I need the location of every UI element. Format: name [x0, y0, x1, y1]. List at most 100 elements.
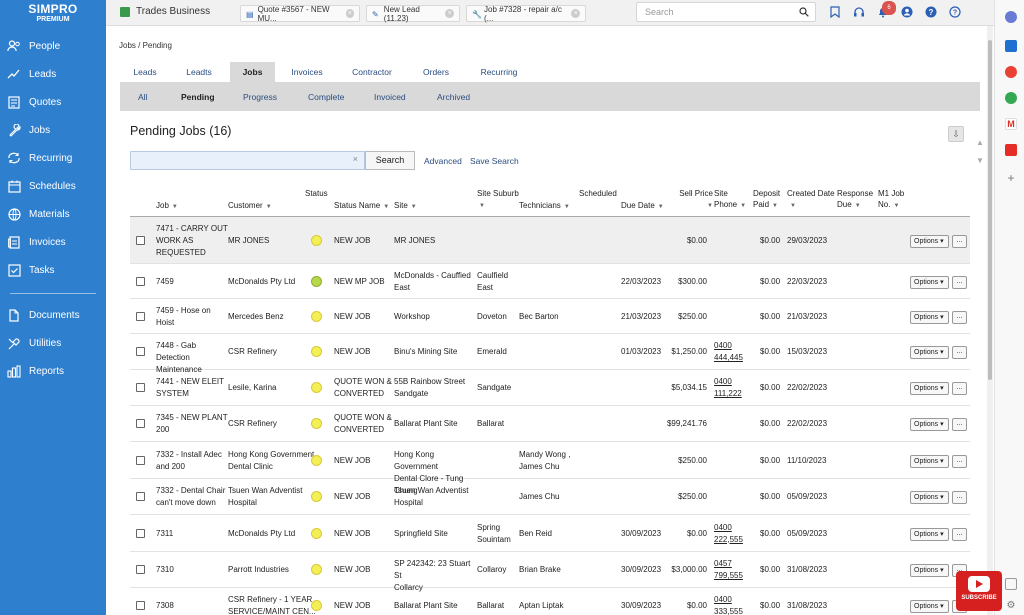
- options-button[interactable]: Options ▾: [910, 599, 949, 613]
- row-checkbox[interactable]: [136, 311, 145, 321]
- row-checkbox[interactable]: [136, 235, 145, 245]
- row-checkbox[interactable]: [136, 492, 145, 501]
- save-search-link[interactable]: Save Search: [470, 156, 519, 166]
- close-icon[interactable]: ×: [571, 9, 580, 18]
- more-button[interactable]: ...: [952, 346, 967, 359]
- subscribe-badge[interactable]: SUBSCRIBE: [956, 571, 1002, 611]
- row-checkbox[interactable]: [136, 455, 145, 465]
- site-phone-cell[interactable]: [714, 311, 750, 323]
- notifications-icon[interactable]: 6: [876, 1, 896, 19]
- col-sell-price[interactable]: Sell Price ▼: [673, 188, 713, 212]
- table-row[interactable]: 7471 - CARRY OUT WORK AS REQUESTED MR JONES…: [130, 217, 970, 264]
- site-phone-cell[interactable]: [714, 276, 750, 288]
- subtab-progress[interactable]: Progress: [243, 92, 277, 102]
- more-button[interactable]: ...: [952, 310, 967, 324]
- more-button[interactable]: ...: [952, 527, 967, 541]
- open-tab-quote[interactable]: ▤ Quote #3567 - NEW MU... ×: [240, 5, 360, 23]
- table-row[interactable]: 7332 - Dental Chair can't move down Tsuen …: [130, 479, 970, 515]
- col-site-suburb[interactable]: Site Suburb ▼: [477, 188, 519, 212]
- tab-invoices[interactable]: Invoices: [284, 62, 330, 83]
- col-status-name[interactable]: Status Name ▼: [334, 200, 389, 213]
- options-button[interactable]: Options ▾: [910, 382, 949, 395]
- job-cell[interactable]: 7311: [156, 528, 228, 540]
- sidebar-item-reports[interactable]: Reports: [0, 357, 106, 385]
- options-button[interactable]: Options ▾: [910, 527, 949, 541]
- sidebar-item-leads[interactable]: Leads: [0, 60, 106, 88]
- row-checkbox[interactable]: [136, 347, 145, 356]
- search-icon[interactable]: [799, 7, 809, 19]
- tab-leadts[interactable]: Leadts: [176, 62, 222, 83]
- col-customer[interactable]: Customer ▼: [228, 200, 272, 213]
- site-phone-cell[interactable]: [714, 235, 750, 247]
- user-account-icon[interactable]: [900, 5, 914, 19]
- chrome-icon[interactable]: [1005, 66, 1017, 78]
- close-icon[interactable]: ×: [445, 9, 454, 18]
- youtube-icon[interactable]: [1005, 144, 1017, 156]
- sidebar-item-documents[interactable]: Documents: [0, 301, 106, 329]
- job-cell[interactable]: 7345 - NEW PLANT 200: [156, 412, 228, 436]
- job-cell[interactable]: 7459: [156, 276, 228, 288]
- job-cell[interactable]: 7332 - Dental Chair can't move down: [156, 485, 228, 509]
- sidebar-item-materials[interactable]: Materials: [0, 200, 106, 228]
- table-row[interactable]: 7459 - Hose on Hoist Mercedes Benz NEW JOB W…: [130, 299, 970, 334]
- row-checkbox[interactable]: [136, 419, 145, 428]
- row-checkbox[interactable]: [136, 383, 145, 392]
- more-button[interactable]: ...: [952, 491, 967, 504]
- col-response-due[interactable]: Response Due ▼: [837, 188, 873, 212]
- site-phone-cell[interactable]: 0400 111,222: [714, 376, 750, 400]
- table-row[interactable]: 7310 Parrott Industries NEW JOB SP 242342: …: [130, 552, 970, 592]
- search-button[interactable]: Search: [365, 151, 415, 170]
- col-job[interactable]: Job ▼: [156, 200, 178, 213]
- row-checkbox[interactable]: [136, 528, 145, 538]
- open-tab-job[interactable]: 🔧 Job #7328 - repair a/c (... ×: [466, 5, 586, 23]
- logo[interactable]: SIMPRO PREMIUM: [0, 0, 106, 30]
- site-phone-cell[interactable]: 0400 222,555: [714, 522, 750, 546]
- headset-icon[interactable]: [852, 5, 866, 19]
- panel-icon[interactable]: [1005, 578, 1017, 590]
- options-button[interactable]: Options ▾: [910, 491, 949, 504]
- bookmark-icon[interactable]: [828, 5, 842, 19]
- site-phone-cell[interactable]: [714, 455, 750, 467]
- open-tab-lead[interactable]: ✎ New Lead (11.23) ×: [366, 5, 460, 23]
- col-status[interactable]: Status: [305, 188, 328, 199]
- panel-scroll-arrows[interactable]: ▲ ▼: [972, 138, 988, 188]
- options-button[interactable]: Options ▾: [910, 564, 949, 577]
- extension-icon[interactable]: [1005, 11, 1017, 23]
- col-due-date[interactable]: Due Date ▼: [621, 200, 664, 213]
- options-button[interactable]: Options ▾: [910, 346, 949, 359]
- job-cell[interactable]: 7308: [156, 600, 228, 612]
- job-cell[interactable]: 7332 - Install Adec and 200: [156, 449, 228, 473]
- col-scheduled[interactable]: Scheduled: [579, 188, 617, 199]
- site-phone-cell[interactable]: 0400 444,445: [714, 340, 750, 364]
- row-checkbox[interactable]: [136, 565, 145, 574]
- subtab-all[interactable]: All: [138, 92, 147, 102]
- options-button[interactable]: Options ▾: [910, 310, 949, 324]
- add-icon[interactable]: +: [1005, 172, 1017, 184]
- options-button[interactable]: Options ▾: [910, 454, 949, 468]
- scrollbar-thumb[interactable]: [988, 40, 992, 380]
- tab-leads[interactable]: Leads: [120, 62, 170, 83]
- more-button[interactable]: ...: [952, 454, 967, 468]
- more-button[interactable]: ...: [952, 275, 967, 289]
- table-row[interactable]: 7441 - NEW ELEIT SYSTEM Lesile, Karina QUOT…: [130, 370, 970, 406]
- row-checkbox[interactable]: [136, 276, 145, 286]
- sidebar-item-utilities[interactable]: Utilities: [0, 329, 106, 357]
- sidebar-item-invoices[interactable]: Invoices: [0, 228, 106, 256]
- tab-recurring[interactable]: Recurring: [474, 62, 524, 83]
- tab-jobs[interactable]: Jobs: [230, 62, 275, 83]
- site-phone-cell[interactable]: [714, 491, 750, 503]
- col-created-date[interactable]: Created Date ▼: [787, 188, 835, 212]
- more-button[interactable]: ...: [952, 382, 967, 395]
- options-button[interactable]: Options ▾: [910, 234, 949, 248]
- subtab-pending[interactable]: Pending: [181, 92, 215, 102]
- help-icon[interactable]: ?: [924, 5, 938, 19]
- settings-icon[interactable]: ⚙: [1005, 600, 1017, 612]
- sidebar-item-quotes[interactable]: Quotes: [0, 88, 106, 116]
- job-cell[interactable]: 7459 - Hose on Hoist: [156, 305, 228, 329]
- col-m1-job-no[interactable]: M1 Job No. ▼: [878, 188, 904, 212]
- subtab-archived[interactable]: Archived: [437, 92, 470, 102]
- sidebar-item-people[interactable]: People: [0, 32, 106, 60]
- more-button[interactable]: ...: [952, 418, 967, 431]
- export-icon[interactable]: ⇩: [948, 126, 964, 142]
- sidebar-item-schedules[interactable]: Schedules: [0, 172, 106, 200]
